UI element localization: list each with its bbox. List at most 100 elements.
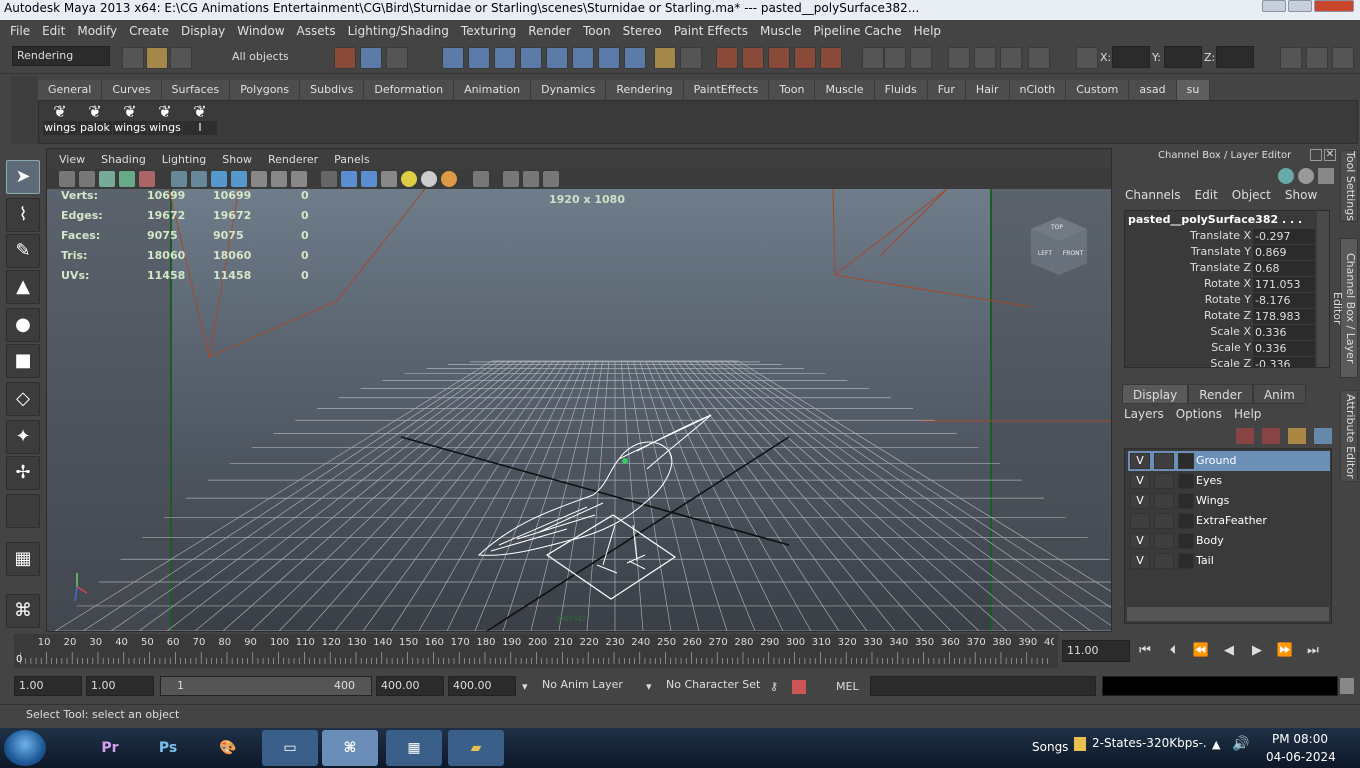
layer-row[interactable]: V Ground: [1128, 451, 1330, 471]
show-tool-settings-icon[interactable]: [1306, 47, 1328, 69]
character-set-dropdown[interactable]: No Character Set: [662, 676, 764, 696]
command-line-mode-label[interactable]: MEL: [836, 680, 859, 693]
channel-row[interactable]: Rotate Z 178.983: [1125, 309, 1315, 325]
mask-curves-icon[interactable]: [494, 47, 516, 69]
select-camera-icon[interactable]: [59, 171, 75, 187]
layer-type-toggle[interactable]: [1154, 553, 1174, 569]
resolution-gate-icon[interactable]: [191, 171, 207, 187]
channel-row[interactable]: Scale Y 0.336: [1125, 341, 1315, 357]
layer-type-toggle[interactable]: [1154, 513, 1174, 529]
computer-taskbar-icon[interactable]: ▭: [262, 730, 318, 766]
channel-row[interactable]: Scale Z -0.336: [1125, 357, 1315, 367]
layer-row[interactable]: V Wings: [1128, 491, 1330, 511]
layer-tab-render[interactable]: Render: [1188, 384, 1253, 404]
menu-lighting-shading[interactable]: Lighting/Shading: [342, 24, 455, 38]
safe-action-icon[interactable]: [251, 171, 267, 187]
layer-tab-display[interactable]: Display: [1122, 384, 1189, 404]
play-backwards-icon[interactable]: ◀: [1218, 640, 1240, 662]
film-gate-icon[interactable]: [171, 171, 187, 187]
new-layer-selected-icon[interactable]: [1314, 428, 1332, 444]
close-panel-icon[interactable]: ✕: [1324, 149, 1336, 161]
layer-color-swatch[interactable]: [1178, 453, 1194, 469]
menu-toon[interactable]: Toon: [577, 24, 617, 38]
shelf-tab-ncloth[interactable]: nCloth: [1009, 80, 1067, 100]
layer-menu-layers[interactable]: Layers: [1118, 404, 1170, 424]
select-tool-icon[interactable]: ➤: [6, 160, 40, 194]
soft-modification-icon[interactable]: ✦: [6, 420, 40, 454]
channel-box-tab[interactable]: Channel Box / Layer Editor: [1331, 238, 1358, 378]
layer-type-toggle[interactable]: [1154, 493, 1174, 509]
channel-value-field[interactable]: -0.336: [1253, 357, 1315, 367]
field-chart-icon[interactable]: [231, 171, 247, 187]
show-attribute-editor-icon[interactable]: [1280, 47, 1302, 69]
input-mode-icon[interactable]: [1076, 47, 1098, 69]
maximize-button[interactable]: [1288, 0, 1312, 12]
single-perspective-layout-icon[interactable]: ▦: [6, 542, 40, 576]
menu-create[interactable]: Create: [123, 24, 175, 38]
time-slider[interactable]: 10 20 30 40 50 60 70 80 90 100 110 120 130 140 150 160 1…: [14, 634, 1058, 668]
command-line-input[interactable]: [870, 676, 1096, 696]
go-to-end-icon[interactable]: ⏭: [1302, 640, 1324, 662]
channel-menu-show[interactable]: Show: [1278, 188, 1324, 208]
snap-to-grid-icon[interactable]: [716, 47, 738, 69]
step-back-key-icon[interactable]: ⏪: [1190, 640, 1212, 662]
channel-value-field[interactable]: 0.336: [1253, 341, 1315, 356]
layer-color-swatch[interactable]: [1178, 473, 1194, 489]
move-tool-icon[interactable]: ▲: [6, 270, 40, 304]
selection-mask-dropdown[interactable]: All objects: [228, 48, 320, 68]
char-set-dropdown-arrow[interactable]: ▾: [646, 680, 652, 693]
layer-row[interactable]: V Tail: [1128, 551, 1330, 571]
highlight-selection-icon[interactable]: [680, 47, 702, 69]
panel-menu-renderer[interactable]: Renderer: [260, 153, 326, 166]
isolate-select-icon[interactable]: [473, 171, 489, 187]
layer-visibility-toggle[interactable]: [1130, 513, 1150, 529]
channel-row[interactable]: Translate X -0.297: [1125, 229, 1315, 245]
xray-components-icon[interactable]: [543, 171, 559, 187]
bookmarks-icon[interactable]: [99, 171, 115, 187]
shelf-tab-fluids[interactable]: Fluids: [874, 80, 928, 100]
save-scene-icon[interactable]: [170, 47, 192, 69]
channel-value-field[interactable]: 0.869: [1253, 245, 1315, 260]
menu-set-dropdown[interactable]: Rendering: [12, 46, 110, 66]
menu-muscle[interactable]: Muscle: [754, 24, 808, 38]
render-settings-icon[interactable]: [1028, 47, 1050, 69]
photoshop-taskbar-icon[interactable]: Ps: [140, 730, 196, 766]
shelf-button-1[interactable]: ❦ palok: [78, 103, 112, 139]
menu-modify[interactable]: Modify: [71, 24, 123, 38]
layer-visibility-toggle[interactable]: V: [1130, 533, 1150, 549]
safe-title-icon[interactable]: [271, 171, 287, 187]
camera-attributes-icon[interactable]: [79, 171, 95, 187]
shelf-button-0[interactable]: ❦ wings: [43, 103, 77, 139]
grid-toggle-icon[interactable]: [139, 171, 155, 187]
layer-row[interactable]: V Eyes: [1128, 471, 1330, 491]
close-button[interactable]: [1314, 0, 1354, 12]
text-overlay-icon[interactable]: [291, 171, 307, 187]
shelf-tab-asad[interactable]: asad: [1129, 80, 1177, 100]
current-frame-field[interactable]: 11.00: [1062, 640, 1130, 662]
playback-start-field[interactable]: 1.00: [86, 676, 154, 696]
move-layer-up-icon[interactable]: [1236, 428, 1254, 444]
minimize-button[interactable]: [1262, 0, 1286, 12]
channel-value-field[interactable]: 0.336: [1253, 325, 1315, 340]
shelf-tab-curves[interactable]: Curves: [102, 80, 162, 100]
use-all-lights-icon[interactable]: [401, 171, 417, 187]
new-layer-icon[interactable]: [1288, 428, 1306, 444]
xray-icon[interactable]: [503, 171, 519, 187]
make-live-icon[interactable]: [820, 47, 842, 69]
animation-preferences-icon[interactable]: [792, 680, 806, 694]
paint-taskbar-icon[interactable]: 🎨: [200, 730, 256, 766]
render-current-frame-icon[interactable]: [974, 47, 996, 69]
channel-value-field[interactable]: 0.68: [1253, 261, 1315, 276]
calculator-taskbar-icon[interactable]: ▦: [386, 730, 442, 766]
menu-display[interactable]: Display: [175, 24, 231, 38]
float-panel-icon[interactable]: [1310, 149, 1322, 161]
channel-box-layer-toggle-icon[interactable]: [1318, 168, 1334, 184]
shelf-tab-surfaces[interactable]: Surfaces: [161, 80, 231, 100]
menu-help[interactable]: Help: [908, 24, 947, 38]
last-tool-icon[interactable]: [6, 494, 40, 528]
lasso-tool-icon[interactable]: ⌇: [6, 198, 40, 232]
range-slider[interactable]: 1 400: [160, 676, 372, 696]
channel-menu-edit[interactable]: Edit: [1188, 188, 1225, 208]
high-quality-icon[interactable]: [441, 171, 457, 187]
layer-color-swatch[interactable]: [1178, 553, 1194, 569]
